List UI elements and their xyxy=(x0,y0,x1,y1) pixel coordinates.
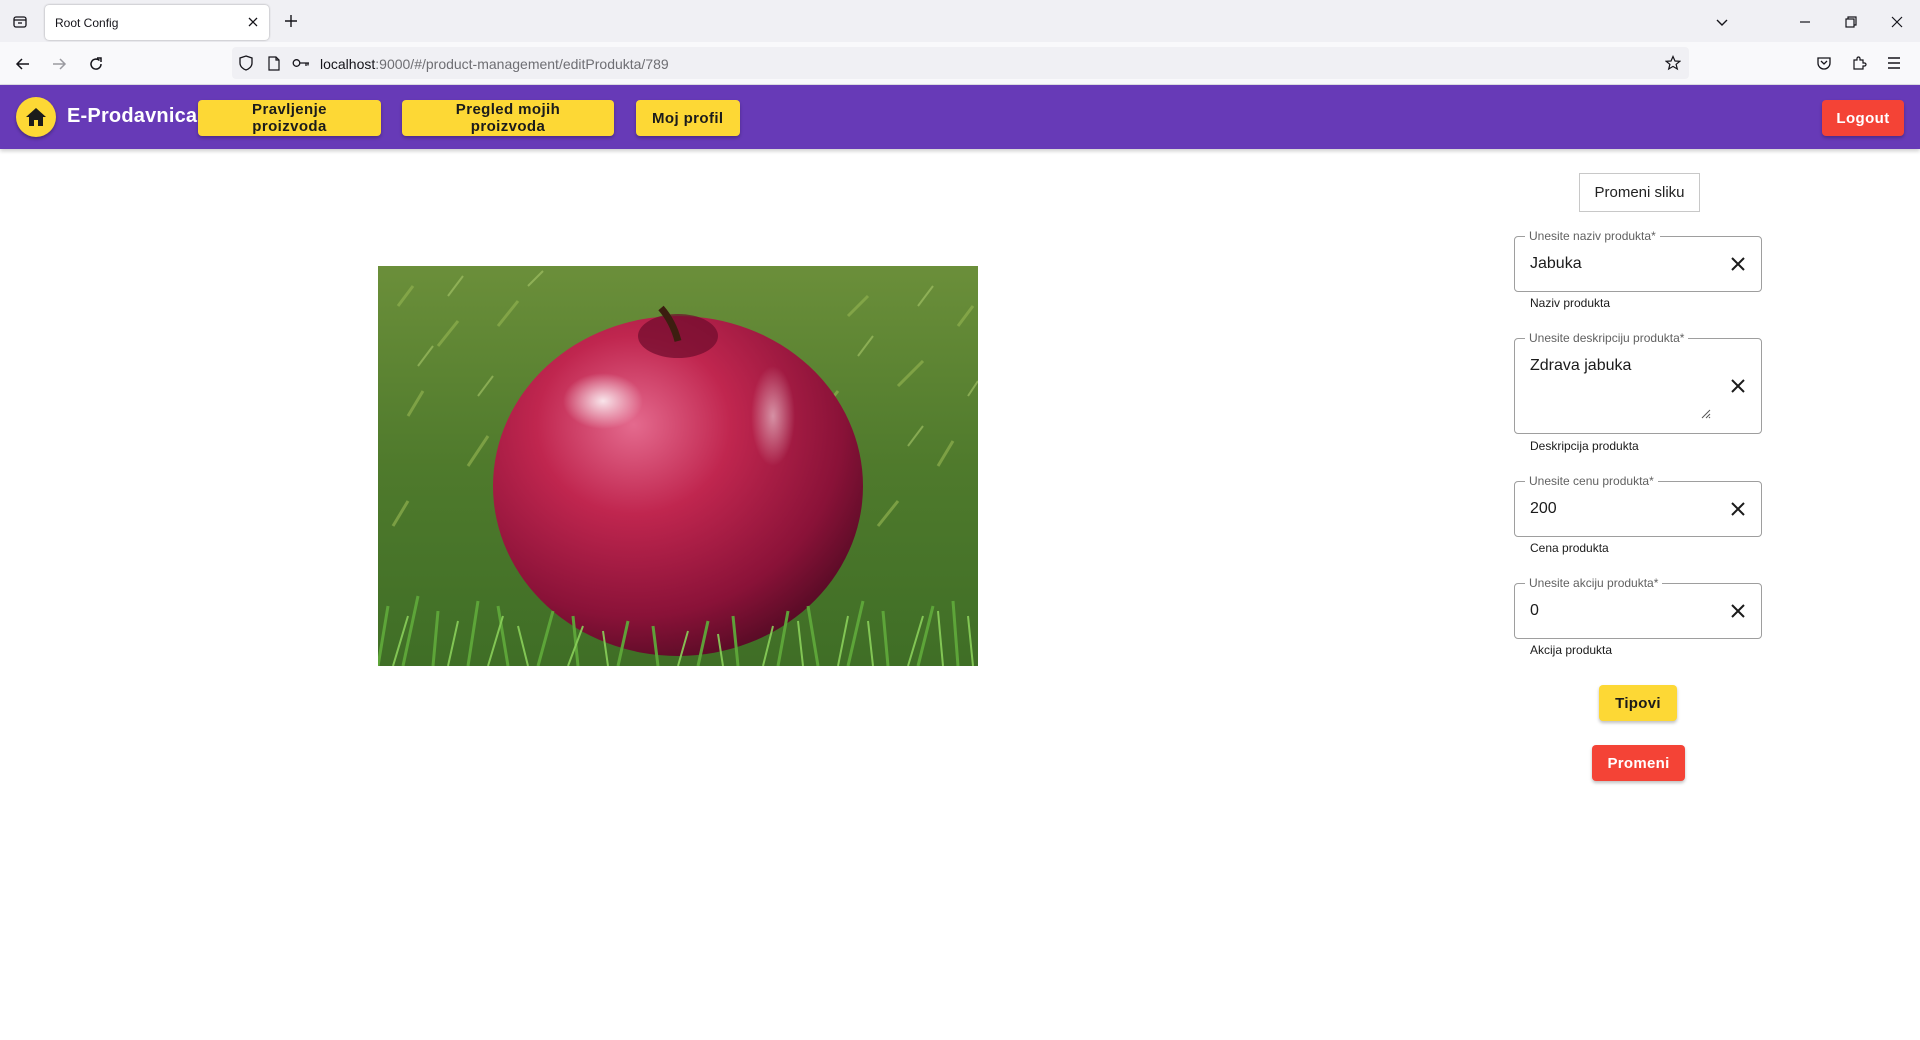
product-description-value[interactable]: Zdrava jabuka xyxy=(1530,357,1631,375)
product-discount-field[interactable]: Unesite akciju produkta* 0 xyxy=(1514,576,1762,639)
my-products-button[interactable]: Pregled mojih proizvoda xyxy=(402,100,614,136)
star-icon[interactable] xyxy=(1665,55,1681,71)
product-name-field[interactable]: Unesite naziv produkta* Jabuka xyxy=(1514,229,1762,292)
reload-icon[interactable] xyxy=(85,53,107,75)
tab-title: Root Config xyxy=(55,15,119,30)
product-price-value[interactable]: 200 xyxy=(1530,500,1557,518)
close-icon[interactable] xyxy=(245,14,261,30)
product-discount-label: Unesite akciju produkta* xyxy=(1525,576,1663,590)
page-icon[interactable] xyxy=(266,55,282,71)
clear-icon[interactable] xyxy=(1727,253,1749,275)
create-product-button[interactable]: Pravljenje proizvoda xyxy=(198,100,381,136)
url-text[interactable]: localhost:9000/#/product-management/edit… xyxy=(320,56,669,72)
my-profile-button[interactable]: Moj profil xyxy=(636,100,740,136)
pocket-icon[interactable] xyxy=(1814,53,1834,73)
url-host: localhost xyxy=(320,56,376,72)
chevron-down-icon[interactable] xyxy=(1712,12,1732,32)
url-bar[interactable]: localhost:9000/#/product-management/edit… xyxy=(232,47,1689,79)
product-image xyxy=(378,266,978,666)
browser-tab[interactable]: Root Config xyxy=(45,5,269,40)
menu-icon[interactable] xyxy=(1884,53,1904,73)
home-button[interactable] xyxy=(16,97,56,137)
app-header: E-Prodavnica Pravljenje proizvoda Pregle… xyxy=(0,85,1920,149)
minimize-icon[interactable] xyxy=(1795,12,1815,32)
product-description-label: Unesite deskripciju produkta* xyxy=(1525,331,1689,345)
url-path: :9000/#/product-management/editProdukta/… xyxy=(375,56,669,72)
product-price-hint: Cena produkta xyxy=(1530,541,1609,555)
shield-icon[interactable] xyxy=(238,55,254,71)
close-icon[interactable] xyxy=(1887,12,1907,32)
product-name-value[interactable]: Jabuka xyxy=(1530,255,1582,273)
plus-icon[interactable] xyxy=(281,11,301,31)
product-name-hint: Naziv produkta xyxy=(1530,296,1611,310)
back-icon[interactable] xyxy=(12,53,34,75)
brand-title: E-Prodavnica xyxy=(67,105,198,127)
clear-icon[interactable] xyxy=(1727,600,1749,622)
product-discount-hint: Akcija produkta xyxy=(1530,643,1613,657)
logout-button[interactable]: Logout xyxy=(1822,100,1904,136)
clear-icon[interactable] xyxy=(1727,375,1749,397)
product-description-hint: Deskripcija produkta xyxy=(1530,439,1639,453)
tab-list-icon[interactable] xyxy=(8,10,32,34)
types-button[interactable]: Tipovi xyxy=(1599,685,1677,721)
change-image-button[interactable]: Promeni sliku xyxy=(1579,173,1700,212)
home-icon xyxy=(26,108,46,126)
key-icon[interactable] xyxy=(292,55,310,71)
resize-grip-icon[interactable] xyxy=(1699,407,1711,419)
product-price-label: Unesite cenu produkta* xyxy=(1525,474,1658,488)
product-discount-value[interactable]: 0 xyxy=(1530,602,1539,620)
product-description-field[interactable]: Unesite deskripciju produkta* Zdrava jab… xyxy=(1514,331,1762,434)
browser-tab-strip: Root Config xyxy=(0,0,1920,42)
browser-nav-bar: localhost:9000/#/product-management/edit… xyxy=(0,42,1920,85)
product-price-field[interactable]: Unesite cenu produkta* 200 xyxy=(1514,474,1762,537)
extensions-icon[interactable] xyxy=(1849,53,1869,73)
restore-icon[interactable] xyxy=(1841,12,1861,32)
clear-icon[interactable] xyxy=(1727,498,1749,520)
submit-change-button[interactable]: Promeni xyxy=(1592,745,1685,781)
product-name-label: Unesite naziv produkta* xyxy=(1525,229,1660,243)
forward-icon[interactable] xyxy=(48,53,70,75)
